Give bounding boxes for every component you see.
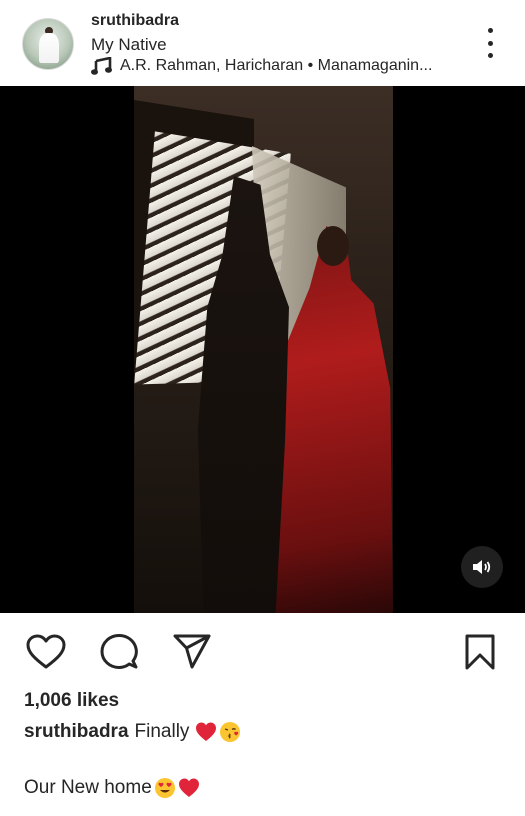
bookmark-icon[interactable]	[459, 633, 501, 671]
caption: sruthibadra Finally	[24, 721, 241, 743]
avatar-figure-dress	[39, 33, 59, 63]
red-heart-emoji-icon	[196, 722, 217, 741]
more-options-icon[interactable]	[480, 28, 500, 58]
caption-line-2: Our New home	[24, 777, 200, 799]
music-note-icon	[91, 57, 112, 75]
caption-text: Finally	[134, 721, 190, 742]
post-header: sruthibadra My Native A.R. Rahman, Haric…	[0, 0, 525, 86]
send-icon[interactable]	[171, 633, 213, 671]
avatar[interactable]	[22, 18, 74, 70]
caption-username[interactable]: sruthibadra	[24, 721, 129, 743]
speaker-icon	[473, 560, 491, 574]
video-frame[interactable]	[134, 86, 393, 613]
volume-icon[interactable]	[461, 546, 503, 588]
music-text: A.R. Rahman, Haricharan • Manamaganin...	[120, 57, 433, 74]
heart-eyes-emoji-icon	[154, 778, 175, 798]
post-location[interactable]: My Native	[91, 35, 167, 55]
heart-icon[interactable]	[25, 633, 67, 671]
action-bar	[0, 613, 525, 689]
post-username[interactable]: sruthibadra	[91, 12, 179, 26]
music-attribution[interactable]: A.R. Rahman, Haricharan • Manamaganin...	[91, 56, 432, 76]
red-heart-emoji-icon	[178, 778, 199, 797]
woman-head	[317, 226, 349, 266]
like-count[interactable]: 1,006 likes	[24, 690, 119, 712]
post-media[interactable]	[0, 86, 525, 613]
kissing-face-emoji-icon	[220, 722, 241, 742]
comment-icon[interactable]	[98, 633, 140, 671]
caption-line-2-text: Our New home	[24, 777, 152, 798]
